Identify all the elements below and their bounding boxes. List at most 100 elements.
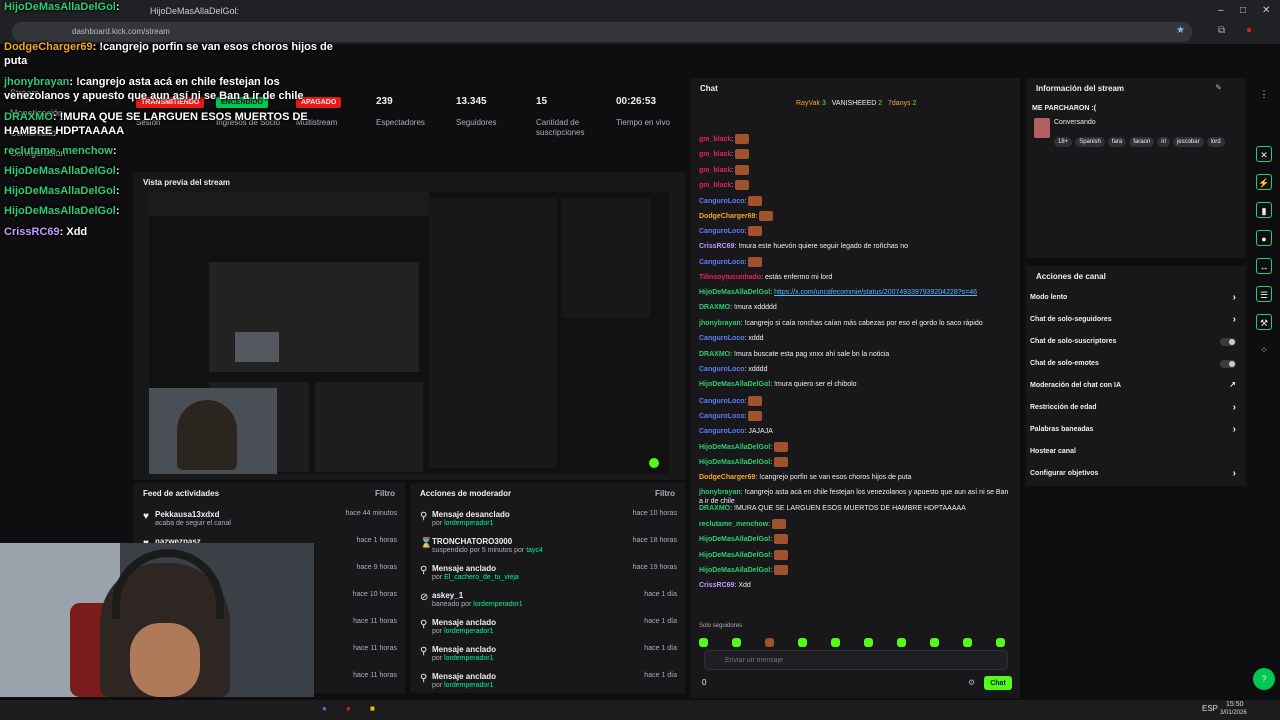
chat-username[interactable]: HijoDeMasAllaDelGol bbox=[699, 536, 770, 543]
emote-image bbox=[748, 257, 763, 268]
chat-username[interactable]: HijoDeMasAllaDelGol bbox=[699, 381, 770, 388]
chat-username[interactable]: CanguroLoco bbox=[699, 398, 745, 405]
tag[interactable]: Spanish bbox=[1075, 137, 1105, 147]
chat-input[interactable] bbox=[704, 650, 1008, 670]
chat-text: !MURA QUE SE LARGUEN ESOS MUERTOS DE HAM… bbox=[734, 504, 966, 512]
language-indicator: ESP bbox=[1202, 704, 1219, 713]
tag[interactable]: irl bbox=[1157, 137, 1170, 147]
toggle-switch[interactable] bbox=[1220, 360, 1236, 368]
toggle-switch[interactable] bbox=[1220, 338, 1236, 346]
apps-icon[interactable]: ⁘ bbox=[1256, 342, 1272, 358]
bookmark-star-icon[interactable]: ★ bbox=[1176, 25, 1185, 36]
chat-username[interactable]: CanguroLoco bbox=[699, 335, 745, 342]
chat-username[interactable]: CanguroLoco bbox=[699, 259, 745, 266]
channel-action-item[interactable]: Chat de solo-suscriptores bbox=[1030, 338, 1242, 346]
discord-icon[interactable]: ● bbox=[322, 704, 327, 713]
panel-title: Acciones de canal bbox=[1036, 272, 1106, 281]
chat-message: HijoDeMasAllaDelGol: bbox=[699, 457, 1011, 468]
chat-username[interactable]: DRAXMO bbox=[699, 505, 730, 512]
edit-icon[interactable]: ✎ bbox=[1215, 83, 1222, 92]
chat-username[interactable]: jhonybrayan bbox=[699, 489, 741, 496]
browser-icon[interactable]: ● bbox=[346, 704, 351, 713]
channel-action-item[interactable]: Hostear canal bbox=[1030, 448, 1242, 455]
chat-username[interactable]: CrissRC69 bbox=[699, 243, 734, 250]
arrows-icon[interactable]: ↔ bbox=[1256, 258, 1272, 274]
emote-image bbox=[735, 180, 750, 191]
chat-username[interactable]: HijoDeMasAllaDelGol bbox=[699, 459, 770, 466]
mod-action-item: ⌛ TRONCHATORO3000 suspendido por 5 minutos… bbox=[420, 537, 677, 554]
chat-username[interactable]: reclutame_menchow bbox=[699, 521, 768, 528]
chat-bubble-icon[interactable]: ● bbox=[1256, 230, 1272, 246]
channel-action-item[interactable]: Restricción de edad › bbox=[1030, 402, 1242, 413]
taskbar: ● ● ■ ESP 15:50 3/01/2026 bbox=[0, 700, 1280, 720]
chat-message: DRAXMO: !mura buscate esta pag xnxx ahí … bbox=[699, 350, 890, 358]
pin-icon: ⚲ bbox=[420, 646, 428, 657]
chat-text: !mura xddddd bbox=[734, 304, 777, 312]
chat-username[interactable]: gm_black bbox=[699, 167, 731, 174]
emote-bar[interactable] bbox=[699, 634, 1011, 647]
more-icon[interactable]: ⋮ bbox=[1256, 86, 1272, 102]
profile-avatar-icon[interactable]: ● bbox=[1246, 25, 1252, 36]
chat-username[interactable]: Tilinsoytucunhado bbox=[699, 274, 761, 281]
chat-username[interactable]: CanguroLoco bbox=[699, 428, 745, 435]
close-panel-icon[interactable]: ✕ bbox=[1256, 146, 1272, 162]
folder-icon[interactable]: ■ bbox=[370, 704, 375, 713]
channel-action-item[interactable]: Chat de solo-seguidores › bbox=[1030, 314, 1242, 325]
tag[interactable]: jescobar bbox=[1172, 137, 1204, 147]
chat-username[interactable]: HijoDeMasAllaDelGol bbox=[699, 567, 770, 574]
chat-username[interactable]: CanguroLoco bbox=[699, 366, 745, 373]
channel-action-label: Modo lento bbox=[1030, 294, 1068, 301]
tag[interactable]: faraon bbox=[1129, 137, 1155, 147]
chat-message: HijoDeMasAllaDelGol: bbox=[699, 565, 1011, 576]
chat-username[interactable]: jhonybrayan bbox=[699, 320, 741, 327]
channel-action-item[interactable]: Moderación del chat con IA ↗ bbox=[1030, 380, 1242, 389]
chevron-right-icon: › bbox=[1232, 402, 1236, 413]
chat-username[interactable]: HijoDeMasAllaDelGol bbox=[699, 444, 770, 451]
channel-action-item[interactable]: Palabras baneadas › bbox=[1030, 424, 1242, 435]
chat-username[interactable]: DodgeCharger69 bbox=[699, 213, 755, 220]
channel-action-item[interactable]: Configurar objetivos › bbox=[1030, 468, 1242, 479]
chat-username[interactable]: HijoDeMasAllaDelGol bbox=[699, 552, 770, 559]
layout-icon[interactable]: ☰ bbox=[1256, 286, 1272, 302]
filter-button[interactable]: Filtro bbox=[655, 489, 675, 498]
chat-message: gm_black: bbox=[699, 149, 1011, 160]
chat-username[interactable]: CanguroLoco bbox=[699, 197, 745, 204]
filter-button[interactable]: Filtro bbox=[375, 489, 395, 498]
wrench-icon[interactable]: ⚒ bbox=[1256, 314, 1272, 330]
chat-username[interactable]: DRAXMO bbox=[699, 304, 730, 311]
chat-username[interactable]: CrissRC69 bbox=[699, 582, 734, 589]
panel-title: Acciones de moderador bbox=[420, 489, 512, 498]
ban-icon: ⊘ bbox=[420, 592, 429, 603]
emote-image bbox=[748, 226, 763, 237]
maximize-icon[interactable]: □ bbox=[1240, 5, 1246, 16]
category-name[interactable]: Conversando bbox=[1054, 119, 1096, 126]
tag[interactable]: fara bbox=[1107, 137, 1127, 147]
chat-username[interactable]: gm_black bbox=[699, 182, 731, 189]
chat-message: gm_black: bbox=[699, 134, 1011, 144]
channel-action-item[interactable]: Modo lento › bbox=[1030, 292, 1242, 303]
gear-icon[interactable]: ⚙ bbox=[968, 678, 975, 687]
chat-username[interactable]: CanguroLoco bbox=[699, 228, 745, 235]
close-icon[interactable]: ✕ bbox=[1262, 5, 1270, 16]
chevron-right-icon: › bbox=[1232, 468, 1236, 479]
chat-username[interactable]: gm_black bbox=[699, 151, 731, 158]
chat-username[interactable]: gm_black bbox=[699, 136, 731, 143]
chat-text: JAJAJA bbox=[748, 427, 773, 435]
document-icon[interactable]: ▮ bbox=[1256, 202, 1272, 218]
chat-username[interactable]: DodgeCharger69 bbox=[699, 474, 755, 481]
chat-username[interactable]: DRAXMO bbox=[699, 351, 730, 358]
bolt-icon[interactable]: ⚡ bbox=[1256, 174, 1272, 190]
extensions-icon[interactable]: ⧉ bbox=[1218, 25, 1225, 36]
tag[interactable]: lord bbox=[1206, 137, 1225, 147]
tag-list: 18+ Spanish fara faraon irl jescobar lord bbox=[1054, 130, 1244, 150]
chat-link[interactable]: https://x.com/uncafecommie/status/200749… bbox=[774, 289, 977, 296]
minimize-icon[interactable]: – bbox=[1218, 5, 1224, 16]
mod-action-item: ⚲ Mensaje anclado por lordemperador1 hace 1… bbox=[420, 645, 677, 662]
send-chat-button[interactable]: Chat bbox=[984, 676, 1012, 690]
channel-action-item[interactable]: Chat de solo-emotes bbox=[1030, 360, 1242, 368]
tag[interactable]: 18+ bbox=[1054, 137, 1073, 147]
chat-username[interactable]: HijoDeMasAllaDelGol bbox=[699, 289, 770, 296]
overlay-chat-line: jhonybrayan: !cangrejo asta acá en chile… bbox=[4, 76, 280, 88]
help-icon[interactable]: ? bbox=[1253, 668, 1275, 690]
chat-username[interactable]: CanguroLoco bbox=[699, 413, 745, 420]
